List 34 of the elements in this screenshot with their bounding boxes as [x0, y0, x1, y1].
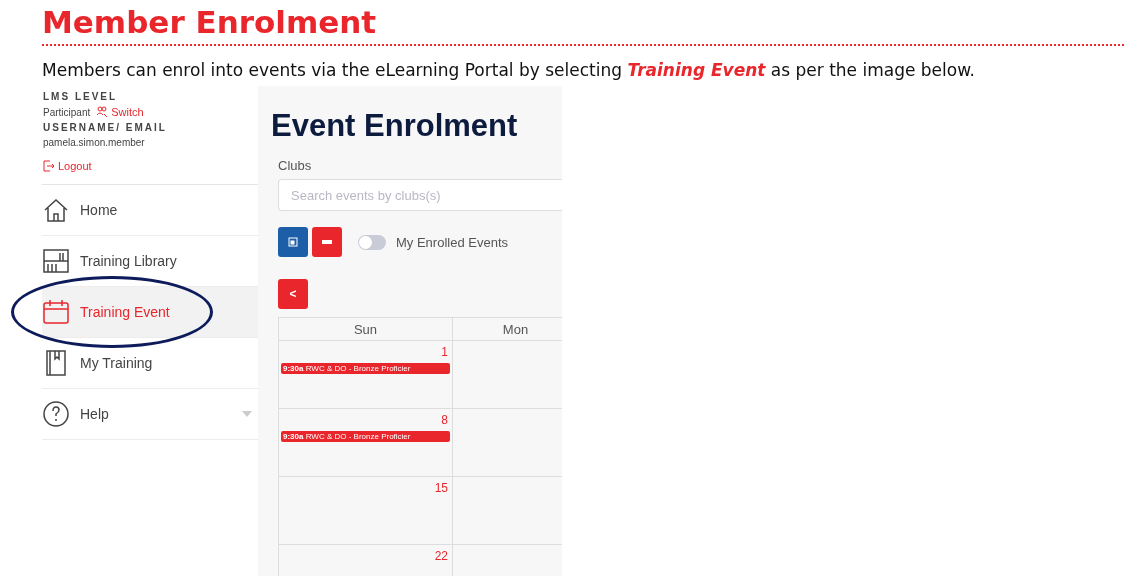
event-chip[interactable]: 9:30a RWC & DO - Bronze Proficier [281, 363, 450, 374]
lms-level-label: LMS LEVEL [43, 91, 119, 102]
day-number: 1 [441, 345, 449, 359]
page-title: Event Enrolment [271, 108, 519, 144]
username-label: USERNAME/ EMAIL [43, 122, 168, 133]
house-icon [42, 196, 70, 224]
username-value: pamela.simon.member [43, 137, 146, 148]
day-number: 8 [441, 413, 449, 427]
day-header: Sun [279, 318, 453, 341]
calendar-icon [42, 298, 70, 326]
clubs-label: Clubs [278, 158, 313, 173]
event-chip[interactable]: 9:30a RWC & DO - Bronze Proficier [281, 431, 450, 442]
level-value: Participant [43, 106, 91, 118]
intro-paragraph: Members can enrol into events via the eLearning Portal by selecting Training Event as per the image below. [42, 60, 976, 80]
nav-item[interactable]: Training Event [42, 287, 258, 338]
list-view-button[interactable] [312, 227, 342, 257]
calendar-icon [288, 237, 298, 247]
caret-icon [242, 411, 252, 417]
day-header: Mon [453, 318, 562, 341]
search-field[interactable]: Search events by clubs(s) [278, 179, 562, 211]
list-icon [322, 240, 332, 244]
page-heading: Member Enrolment [42, 4, 378, 40]
users-icon [96, 106, 109, 118]
help-icon [42, 400, 70, 428]
toggle-label: My Enrolled Events [396, 234, 508, 250]
logout-link[interactable]: Logout [43, 160, 258, 172]
previous-button[interactable]: < [278, 279, 308, 309]
bookshelf-icon [42, 247, 70, 275]
switch-link[interactable]: Switch [96, 106, 144, 118]
calendar-view-button[interactable] [278, 227, 308, 257]
logout-icon [43, 160, 55, 172]
day-number: 15 [434, 481, 449, 495]
day-number: 22 [434, 549, 449, 563]
toggle-switch[interactable] [358, 234, 386, 250]
